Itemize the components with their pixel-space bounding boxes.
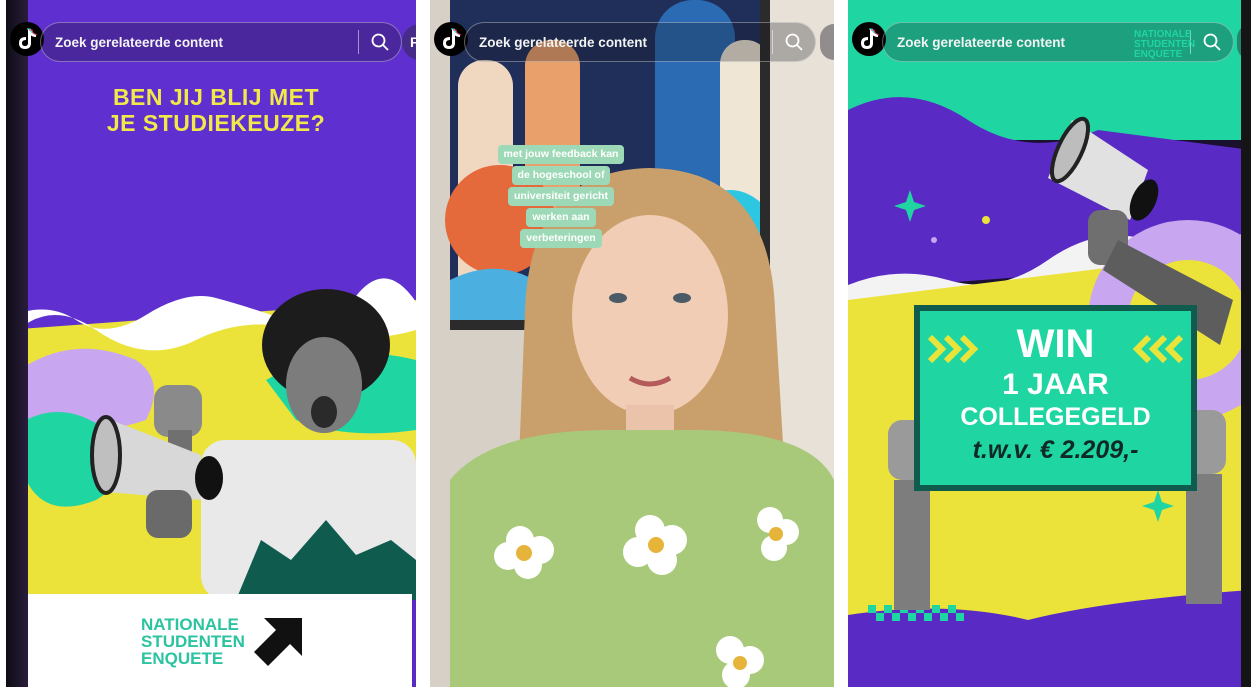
caption-line-1: met jouw feedback kan xyxy=(497,145,625,164)
brand-logo-text: NATIONALE STUDENTEN ENQUETE xyxy=(1134,30,1195,60)
video-panel-2[interactable]: met jouw feedback kan de hogeschool of u… xyxy=(430,0,834,687)
video-caption: met jouw feedback kan de hogeschool of u… xyxy=(486,144,636,249)
sign-line-1: WIN xyxy=(1016,322,1095,366)
headline: BEN JIJ BLIJ MET JE STUDIEKEUZE? xyxy=(66,84,366,136)
sign-line-2: 1 JAAR xyxy=(1002,368,1109,401)
logo-line-3: ENQUETE xyxy=(1134,49,1183,60)
search-button[interactable] xyxy=(773,22,815,62)
video-panel-1[interactable]: BEN JIJ BLIJ MET JE STUDIEKEUZE? NATIONA… xyxy=(6,0,416,687)
tiktok-logo-icon[interactable] xyxy=(852,22,886,56)
logo-line-2: STUDENTEN xyxy=(141,632,245,651)
side-menu-button[interactable] xyxy=(820,24,834,60)
search-input[interactable]: Zoek gerelateerde content xyxy=(41,35,358,50)
video-frame-artwork xyxy=(430,0,834,687)
sign-line-4: t.w.v. € 2.209,- xyxy=(972,436,1139,464)
search-icon xyxy=(1203,33,1221,51)
search-icon xyxy=(785,33,803,51)
search-button[interactable] xyxy=(359,22,401,62)
search-icon xyxy=(371,33,389,51)
caption-line-4: werken aan xyxy=(526,208,596,227)
caption-line-5: verbeteringen xyxy=(520,229,602,248)
search-button[interactable] xyxy=(1191,22,1233,62)
search-bar[interactable]: Zoek gerelateerde content xyxy=(40,22,402,62)
panel-right-edge xyxy=(1241,0,1251,687)
tiktok-logo-icon[interactable] xyxy=(10,22,44,56)
video-panel-3[interactable]: WIN 1 JAAR COLLEGEGELD t.w.v. € 2.209,- … xyxy=(848,0,1251,687)
prize-sign: WIN 1 JAAR COLLEGEGELD t.w.v. € 2.209,- xyxy=(914,305,1197,491)
caption-line-2: de hogeschool of xyxy=(511,166,611,185)
logo-line-3: ENQUETE xyxy=(141,649,224,668)
tiktok-logo-icon[interactable] xyxy=(434,22,468,56)
logo-line-1: NATIONALE xyxy=(141,615,239,634)
brand-logo-text: NATIONALE STUDENTEN ENQUETE xyxy=(141,616,245,667)
headline-line-2: JE STUDIEKEUZE? xyxy=(106,110,326,136)
sign-line-3: COLLEGEGELD xyxy=(960,403,1151,431)
caption-line-3: universiteit gericht xyxy=(508,187,614,206)
headline-line-1: BEN JIJ BLIJ MET xyxy=(112,84,320,110)
search-input[interactable]: Zoek gerelateerde content xyxy=(465,35,772,50)
arrow-icon xyxy=(254,618,302,666)
panel-left-edge xyxy=(6,0,28,687)
search-bar[interactable]: Zoek gerelateerde content xyxy=(464,22,816,62)
